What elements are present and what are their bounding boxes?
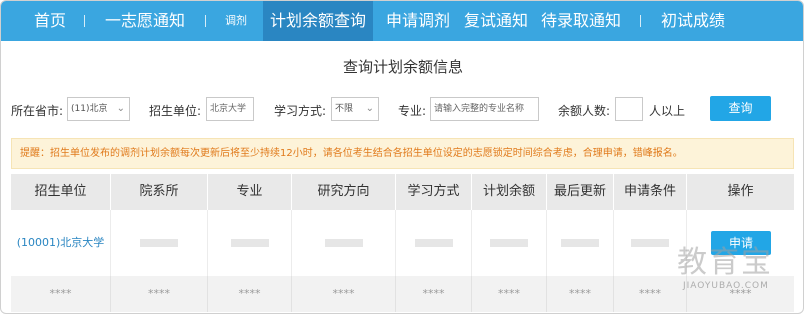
nav-item-apply-adjustment[interactable]: 申请调剂 — [386, 1, 450, 41]
redacted-bar — [230, 239, 269, 247]
table-cell-placeholder — [111, 210, 208, 276]
query-button[interactable]: 查询 — [710, 96, 771, 121]
top-nav: 首页 一志愿通知 调剂 计划余额查询 申请调剂 复试通知 待录取通知 初试成绩 — [1, 1, 803, 41]
nav-divider — [84, 15, 85, 27]
study-mode-select-value: 不限 — [335, 104, 354, 114]
column-header-last-update: 最后更新 — [547, 174, 614, 210]
column-header-action: 操作 — [727, 184, 754, 199]
province-select[interactable]: (11)北京 ⌄ — [67, 97, 130, 121]
chevron-down-icon: ⌄ — [116, 103, 125, 114]
reminder-notice: 提醒：招生单位发布的调剂计划余额每次更新后将至少持续12小时，请各位考生结合各招… — [11, 138, 794, 169]
watermark-logo: 教育宝 JIAOYUBAO.COM — [677, 237, 797, 299]
table-cell-placeholder — [547, 210, 614, 276]
nav-item-initial-scores[interactable]: 初试成绩 — [661, 1, 725, 41]
school-link[interactable]: (10001)北京大学 — [17, 236, 105, 249]
column-header-department: 院系所 — [111, 174, 208, 210]
table-cell: **** — [547, 276, 614, 312]
major-label: 专业: — [398, 104, 427, 118]
nav-divider — [640, 15, 641, 27]
nav-item-pending-admission-notice[interactable]: 待录取通知 — [541, 1, 621, 41]
nav-item-retest-notice[interactable]: 复试通知 — [464, 1, 528, 41]
table-cell-school: (10001)北京大学 — [11, 210, 111, 276]
chevron-down-icon: ⌄ — [365, 103, 374, 114]
page-title: 查询计划余额信息 — [342, 58, 463, 76]
table-header: 招生单位 院系所 专业 研究方向 学习方式 计划余额 最后更新 申请条件 操作 — [11, 174, 794, 210]
province-label: 所在省市: — [11, 104, 64, 118]
quota-suffix: 人以上 — [649, 104, 686, 118]
watermark-text: 教育宝 — [677, 245, 773, 280]
table-cell-placeholder — [396, 210, 472, 276]
column-header-quota: 计划余额 — [472, 174, 547, 210]
table-cell: **** — [11, 276, 111, 312]
redacted-bar — [561, 239, 599, 247]
column-header-study-mode: 学习方式 — [396, 174, 472, 210]
quota-label: 余额人数: — [558, 104, 611, 118]
table-cell: **** — [292, 276, 396, 312]
province-select-value: (11)北京 — [71, 104, 108, 114]
page-frame: 首页 一志愿通知 调剂 计划余额查询 申请调剂 复试通知 待录取通知 初试成绩 … — [0, 0, 804, 314]
school-label: 招生单位: — [149, 104, 202, 118]
nav-divider — [205, 15, 206, 27]
redacted-bar — [414, 239, 453, 247]
table-cell: **** — [111, 276, 208, 312]
table-cell: **** — [396, 276, 472, 312]
column-header-requirements: 申请条件 — [614, 174, 687, 210]
nav-item-home[interactable]: 首页 — [34, 1, 66, 41]
study-mode-label: 学习方式: — [274, 104, 327, 118]
redacted-bar — [324, 239, 363, 247]
table-cell-placeholder — [472, 210, 547, 276]
column-header-major: 专业 — [208, 174, 292, 210]
nav-item-quota-query[interactable]: 计划余额查询 — [263, 1, 374, 41]
table-cell: **** — [208, 276, 292, 312]
column-header-research-direction: 研究方向 — [292, 174, 396, 210]
nav-item-adjustment[interactable]: 调剂 — [225, 1, 247, 41]
redacted-bar — [490, 239, 528, 247]
redacted-bar — [140, 239, 178, 247]
watermark-url: JIAOYUBAO.COM — [683, 281, 769, 291]
nav-item-first-choice-notice[interactable]: 一志愿通知 — [105, 1, 185, 41]
table-cell-placeholder — [292, 210, 396, 276]
school-input[interactable]: 北京大学 — [206, 97, 254, 121]
column-header-school: 招生单位 — [11, 174, 111, 210]
table-cell-placeholder — [208, 210, 292, 276]
redacted-bar — [631, 239, 669, 247]
table-cell: **** — [472, 276, 547, 312]
major-input[interactable]: 请输入完整的专业名称 — [430, 97, 539, 121]
quota-input[interactable] — [615, 97, 643, 121]
study-mode-select[interactable]: 不限 ⌄ — [331, 97, 379, 121]
